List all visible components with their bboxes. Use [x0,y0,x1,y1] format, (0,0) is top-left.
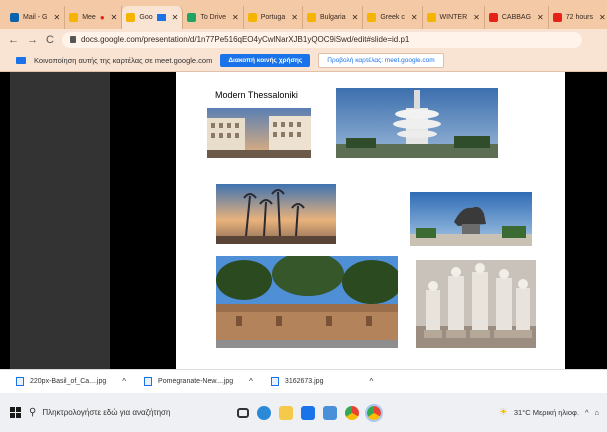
browser-tab[interactable]: Portuga ✕ [244,6,303,29]
sharing-indicator-icon [156,14,166,21]
mail-icon[interactable] [301,405,315,420]
sharing-message: Κοινοποίηση αυτής της καρτέλας σε meet.g… [34,56,213,65]
close-tab-icon[interactable]: ✕ [291,13,298,22]
image-file-icon [144,377,153,386]
browser-tab[interactable]: Mail - G ✕ [6,6,66,29]
download-item[interactable]: 3162673.jpg ^ [270,377,373,386]
slide-title: Modern Thessaloniki [215,90,298,100]
weather-text[interactable]: 31°C Μερική ηλιοφ. [514,408,579,417]
chevron-up-icon[interactable]: ^ [369,377,373,386]
download-filename: 220px-Basil_of_Ca....jpg [30,378,107,385]
tab-sharing-infobar: Κοινοποίηση αυτής της καρτέλας σε meet.g… [0,50,607,72]
stop-sharing-button[interactable]: Διακοπή κοινής χρήσης [220,54,311,67]
side-panel [10,72,110,369]
browser-tab[interactable]: Bulgaria ✕ [303,6,364,29]
browser-tab[interactable]: Mee ● ✕ [65,6,123,29]
windows-start-icon[interactable] [10,407,21,418]
browser-tab[interactable]: CABBAG ✕ [485,6,549,29]
browser-tab[interactable]: WINTER ✕ [423,6,485,29]
close-tab-icon[interactable]: ✕ [599,13,606,22]
tab-label: 72 hours [565,14,593,21]
reload-icon[interactable]: C [46,34,54,46]
show-tab-button[interactable]: Προβολή καρτέλας: meet.google.com [318,53,444,68]
edge-icon[interactable] [257,405,271,420]
presentation-area: Modern Thessaloniki [0,72,607,369]
chrome-icon[interactable] [345,405,359,420]
city-walls-photo [216,256,398,348]
aristotelous-square-photo [207,108,311,158]
drive-icon [187,13,197,22]
tab-label: Bulgaria [319,14,346,21]
close-tab-icon[interactable]: ✕ [232,13,239,22]
download-item[interactable]: Pomegranate-New....jpg ^ [144,377,253,386]
image-file-icon [16,377,24,386]
taskbar-search-box[interactable]: ⚲ Πληκτρολογήστε εδώ για αναζήτηση [29,402,229,424]
meet-icon [69,13,79,22]
browser-tab[interactable]: Greek c ✕ [363,6,423,29]
ote-tower-photo [336,88,498,158]
tab-label: Goo [139,14,153,21]
tab-label: Portuga [260,14,286,21]
meet-share-icon [16,57,26,64]
umbrellas-sculpture-photo [216,184,336,244]
recording-dot-icon: ● [99,13,105,22]
chevron-up-icon[interactable]: ^ [122,377,126,386]
image-file-icon [270,377,279,386]
slides-icon [126,13,136,22]
slides-icon [367,13,377,22]
outlook-icon [10,13,19,22]
downloads-bar: 220px-Basil_of_Ca....jpg ^ Pomegranate-Ne… [0,369,607,393]
close-tab-icon[interactable]: ✕ [537,13,544,22]
slides-icon [426,13,436,22]
address-bar[interactable]: docs.google.com/presentation/d/1n77Pe516… [61,31,582,48]
close-tab-icon[interactable]: ✕ [54,13,61,22]
museum-statues-photo [416,260,536,348]
close-tab-icon[interactable]: ✕ [411,13,418,22]
tab-label: Mail - G [23,14,48,21]
weather-sun-icon: ☀ [498,407,508,418]
chrome-profile-icon[interactable] [365,403,383,422]
download-filename: 3162673.jpg [284,378,324,385]
close-tab-icon[interactable]: ✕ [111,13,118,22]
slides-icon [247,13,257,22]
browser-tab-active[interactable]: Goo ✕ [122,6,184,29]
browser-tab[interactable]: To Drive ✕ [183,6,244,29]
download-item[interactable]: 220px-Basil_of_Ca....jpg ^ [16,377,126,386]
store-icon[interactable] [323,405,337,420]
close-tab-icon[interactable]: ✕ [172,13,179,22]
windows-taskbar: ⚲ Πληκτρολογήστε εδώ για αναζήτηση ☀ 31°… [0,393,607,432]
tab-label: Greek c [380,14,405,21]
browser-toolbar: ← → C docs.google.com/presentation/d/1n7… [0,29,607,50]
forward-arrow-icon[interactable]: → [27,34,38,46]
network-icon[interactable]: ⌂ [594,408,599,417]
chevron-up-icon[interactable]: ^ [249,377,253,386]
browser-tab-strip: Mail - G ✕ Mee ● ✕ Goo ✕ To Drive ✕ Portuga ✕ … [0,0,607,29]
close-tab-icon[interactable]: ✕ [473,13,480,22]
slides-icon [306,13,316,22]
system-tray: ☀ 31°C Μερική ηλιοφ. ^ ⌂ [499,393,599,432]
search-placeholder: Πληκτρολογήστε εδώ για αναζήτηση [42,408,171,417]
tab-label: CABBAG [501,14,532,21]
task-view-icon[interactable] [237,407,249,418]
lock-icon [69,36,76,43]
youtube-icon [488,13,498,22]
alexander-statue-photo [410,192,532,246]
search-icon: ⚲ [29,407,37,418]
tab-label: Mee [82,14,96,21]
back-arrow-icon[interactable]: ← [8,34,19,46]
url-text: docs.google.com/presentation/d/1n77Pe516… [80,35,410,44]
tab-label: To Drive [200,14,226,21]
browser-tab[interactable]: 72 hours ✕ [549,6,607,29]
download-filename: Pomegranate-New....jpg [158,378,234,385]
close-tab-icon[interactable]: ✕ [352,13,359,22]
slide-canvas[interactable]: Modern Thessaloniki [176,72,565,369]
youtube-icon [552,13,562,22]
file-explorer-icon[interactable] [279,405,293,420]
tab-label: WINTER [439,14,468,21]
chevron-up-icon[interactable]: ^ [585,408,589,417]
